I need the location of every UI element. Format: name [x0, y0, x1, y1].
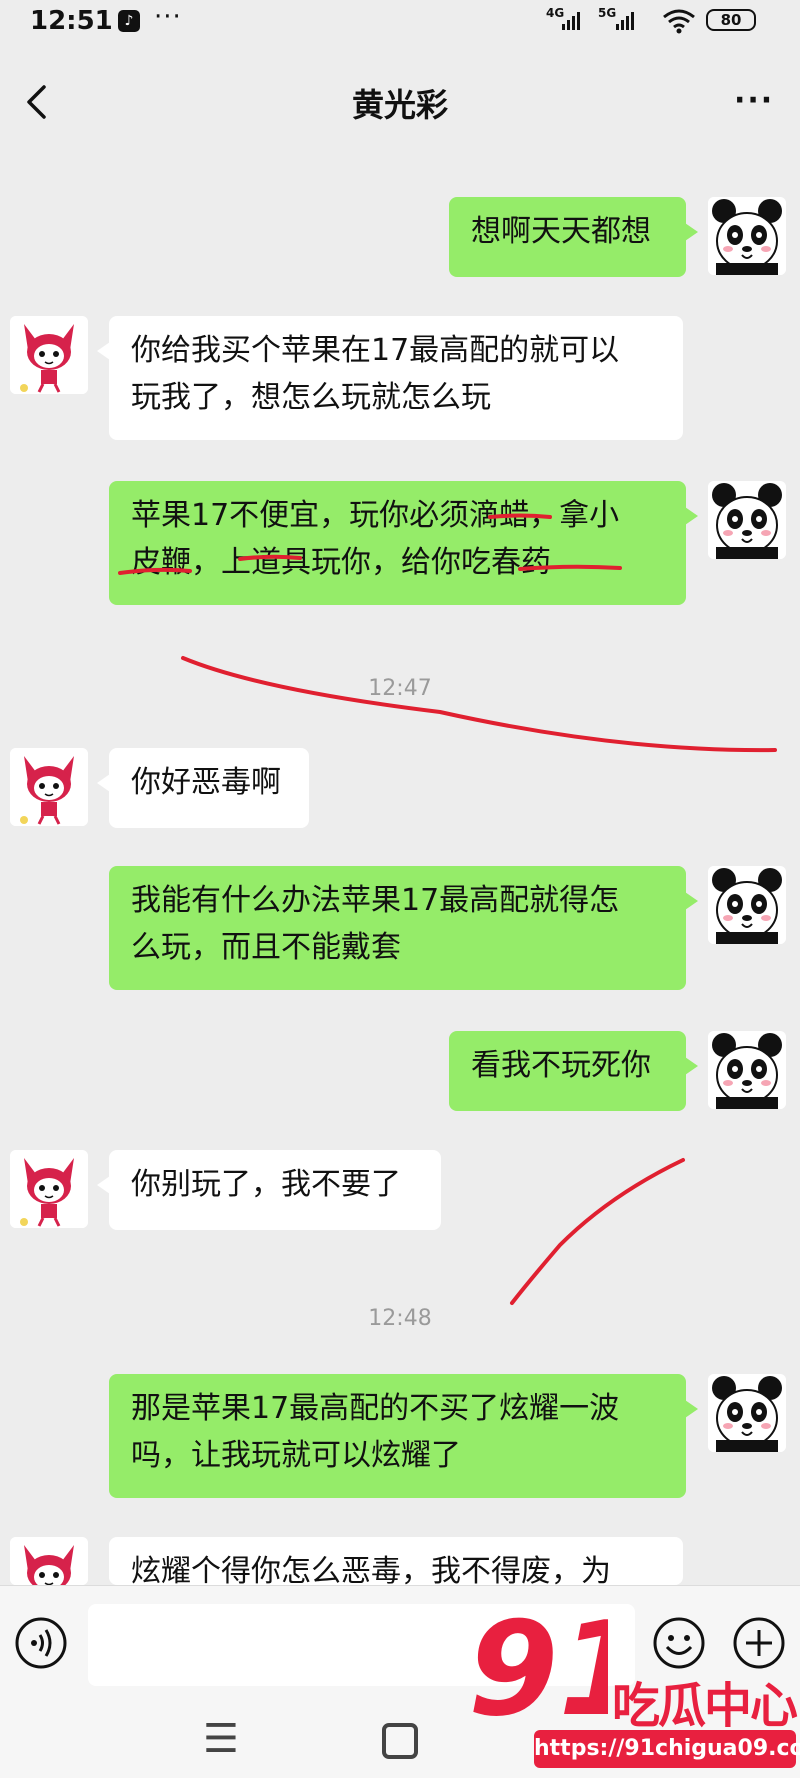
timestamp: 12:48 [368, 1306, 432, 1331]
message-bubble-sent[interactable]: 那是苹果17最高配的不买了炫耀一波 吗，让我玩就可以炫耀了 [109, 1374, 698, 1498]
fox-avatar[interactable] [10, 1537, 88, 1585]
message-text: 看我不玩死你 [471, 1048, 651, 1083]
message-bubble-sent[interactable]: 想啊天天都想 [449, 197, 698, 277]
panda-avatar[interactable] [708, 481, 786, 559]
tiktok-icon: ♪ [118, 10, 140, 32]
panda-avatar[interactable] [708, 1374, 786, 1452]
watermark-brand: 吃瓜中心 [612, 1678, 798, 1734]
message-bubble-sent[interactable]: 苹果17不便宜，玩你必须滴蜡，拿小 皮鞭，上道具玩你，给你吃春药 [109, 481, 698, 605]
fox-avatar[interactable] [10, 316, 88, 394]
panda-avatar[interactable] [708, 866, 786, 944]
message-bubble-received[interactable]: 炫耀个得你怎么恶毒，我不得废，为 [109, 1537, 683, 1585]
menu-icon[interactable]: ☰ [203, 1719, 239, 1759]
timestamp: 12:47 [368, 676, 432, 701]
message-text: 你给我买个苹果在17最高配的就可以 [131, 333, 620, 368]
fox-avatar[interactable] [10, 748, 88, 826]
wifi-icon [663, 9, 695, 34]
message-text: 那是苹果17最高配的不买了炫耀一波 [131, 1391, 620, 1426]
message-bubble-received[interactable]: 你好恶毒啊 [97, 748, 309, 828]
chat-title: 黄光彩 [351, 86, 448, 124]
battery-indicator: 80 [706, 9, 756, 31]
message-bubble-received[interactable]: 你别玩了，我不要了 [97, 1150, 441, 1230]
panda-avatar[interactable] [708, 197, 786, 275]
message-text: 玩我了，想怎么玩就怎么玩 [131, 380, 491, 415]
message-text: 你别玩了，我不要了 [131, 1167, 401, 1202]
message-text: 想啊天天都想 [471, 214, 651, 249]
message-text: 么玩，而且不能戴套 [131, 930, 401, 965]
voice-icon[interactable] [14, 1616, 68, 1670]
message-bubble-sent[interactable]: 看我不玩死你 [449, 1031, 698, 1111]
status-time: 12:51 [30, 6, 113, 36]
more-icon[interactable]: ··· [734, 86, 774, 116]
home-icon[interactable] [382, 1723, 418, 1759]
watermark-url: https://91chigua09.com [534, 1730, 800, 1768]
message-text: 苹果17不便宜，玩你必须滴蜡，拿小 [131, 498, 620, 533]
message-text: 我能有什么办法苹果17最高配就得怎 [131, 883, 620, 918]
message-bubble-sent[interactable]: 我能有什么办法苹果17最高配就得怎 么玩，而且不能戴套 [109, 866, 698, 990]
status-bar: 12:51 ♪ ··· 4G 5G 80 [0, 0, 800, 44]
message-text: 吗，让我玩就可以炫耀了 [131, 1438, 461, 1473]
network-5g-label: 5G [598, 6, 617, 20]
signal-icon [562, 12, 580, 30]
message-text: 皮鞭，上道具玩你，给你吃春药 [131, 545, 551, 580]
fox-avatar[interactable] [10, 1150, 88, 1228]
status-more: ··· [154, 2, 182, 32]
signal-icon [616, 12, 634, 30]
chat-header: 黄光彩 ··· [0, 44, 800, 154]
watermark-number: 91 [468, 1602, 608, 1732]
panda-avatar[interactable] [708, 1031, 786, 1109]
message-text: 炫耀个得你怎么恶毒，我不得废，为 [131, 1554, 611, 1585]
message-bubble-received[interactable]: 你给我买个苹果在17最高配的就可以 玩我了，想怎么玩就怎么玩 [97, 316, 683, 440]
message-text: 你好恶毒啊 [131, 765, 281, 800]
